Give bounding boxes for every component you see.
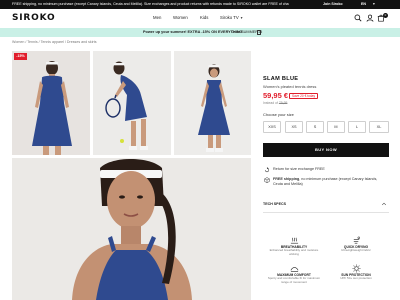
- product-photo-closeup[interactable]: [12, 158, 251, 300]
- maximum-comfort-icon: [290, 267, 299, 272]
- delivery-icon: [264, 177, 270, 183]
- product-photo-back[interactable]: [12, 51, 90, 155]
- benefit-shipping: FREE shipping, no minimum purchase (exce…: [273, 177, 378, 186]
- return-icon: [264, 167, 270, 173]
- old-price-value: 79,95: [278, 101, 288, 105]
- feature-description: Enhanced breathability and moisture wick…: [269, 248, 319, 256]
- user-icon[interactable]: [366, 14, 374, 22]
- nav-kids[interactable]: Kids: [200, 15, 208, 21]
- promo-banner: Power up your summer! EXTRA -15% ON EVER…: [0, 28, 400, 37]
- feature-description: Ultra-lightweight fabric: [341, 248, 371, 252]
- site-header: SIROKO Men Women Kids Siroko TV ▼ 0: [0, 9, 400, 28]
- product-photo-front[interactable]: [174, 51, 251, 155]
- chevron-down-icon[interactable]: ▾: [373, 0, 375, 9]
- size-option-l[interactable]: L: [348, 121, 366, 133]
- size-option-xs[interactable]: XS: [285, 121, 303, 133]
- feature-description: UPF 50+ sun protection: [340, 276, 372, 280]
- save-badge: Save 20 € today: [289, 93, 319, 99]
- breathability-icon: [290, 237, 299, 244]
- nav-siroko-tv[interactable]: Siroko TV: [220, 15, 239, 21]
- nav-men[interactable]: Men: [153, 15, 161, 21]
- join-siroko-link[interactable]: Join Siroko: [323, 0, 343, 9]
- copy-icon[interactable]: [257, 30, 261, 35]
- product-title: SLAM BLUE: [263, 76, 299, 82]
- language-selector[interactable]: EN: [361, 0, 366, 9]
- chevron-up-icon[interactable]: [381, 201, 387, 207]
- size-option-xl[interactable]: XL: [369, 121, 389, 133]
- divider: [263, 212, 389, 213]
- promo-text: Power up your summer! EXTRA -15% ON EVER…: [143, 30, 243, 34]
- product-photo-action[interactable]: [93, 51, 171, 155]
- breadcrumb[interactable]: Women / Tennis / Tennis apparel / Dresse…: [12, 40, 97, 45]
- siroko-logo[interactable]: SIROKO: [12, 13, 55, 24]
- old-price-prefix: Instead of: [263, 101, 278, 105]
- announcement-text: FREE shipping, no minimum purchase (exce…: [12, 2, 289, 6]
- product-subtitle: Women's pleated tennis dress: [263, 84, 317, 89]
- buy-now-button[interactable]: BUY NOW: [263, 143, 389, 157]
- sale-badge: -15%: [14, 53, 27, 60]
- nav-women[interactable]: Women: [173, 15, 188, 21]
- benefit-returns: Return for size exchange FREE: [273, 167, 325, 171]
- old-price: Instead of 79,95: [263, 101, 287, 105]
- size-option-xxs[interactable]: XXS: [263, 121, 281, 133]
- product-price: 59,95 €: [263, 91, 289, 100]
- quick-drying-icon: [353, 236, 360, 244]
- announcement-bar: FREE shipping, no minimum purchase (exce…: [0, 0, 400, 9]
- cart-count-badge: 0: [383, 13, 388, 18]
- sun-protection-icon: [352, 264, 361, 273]
- chevron-down-icon[interactable]: ▼: [240, 15, 243, 21]
- size-label: Choose your size: [263, 112, 294, 117]
- feature-description: Sporty and comfortable fit for maximum r…: [267, 276, 321, 284]
- size-option-s[interactable]: S: [306, 121, 324, 133]
- size-option-m[interactable]: M: [327, 121, 345, 133]
- tech-specs-header[interactable]: TECH SPECS: [263, 202, 286, 207]
- search-icon[interactable]: [354, 14, 362, 22]
